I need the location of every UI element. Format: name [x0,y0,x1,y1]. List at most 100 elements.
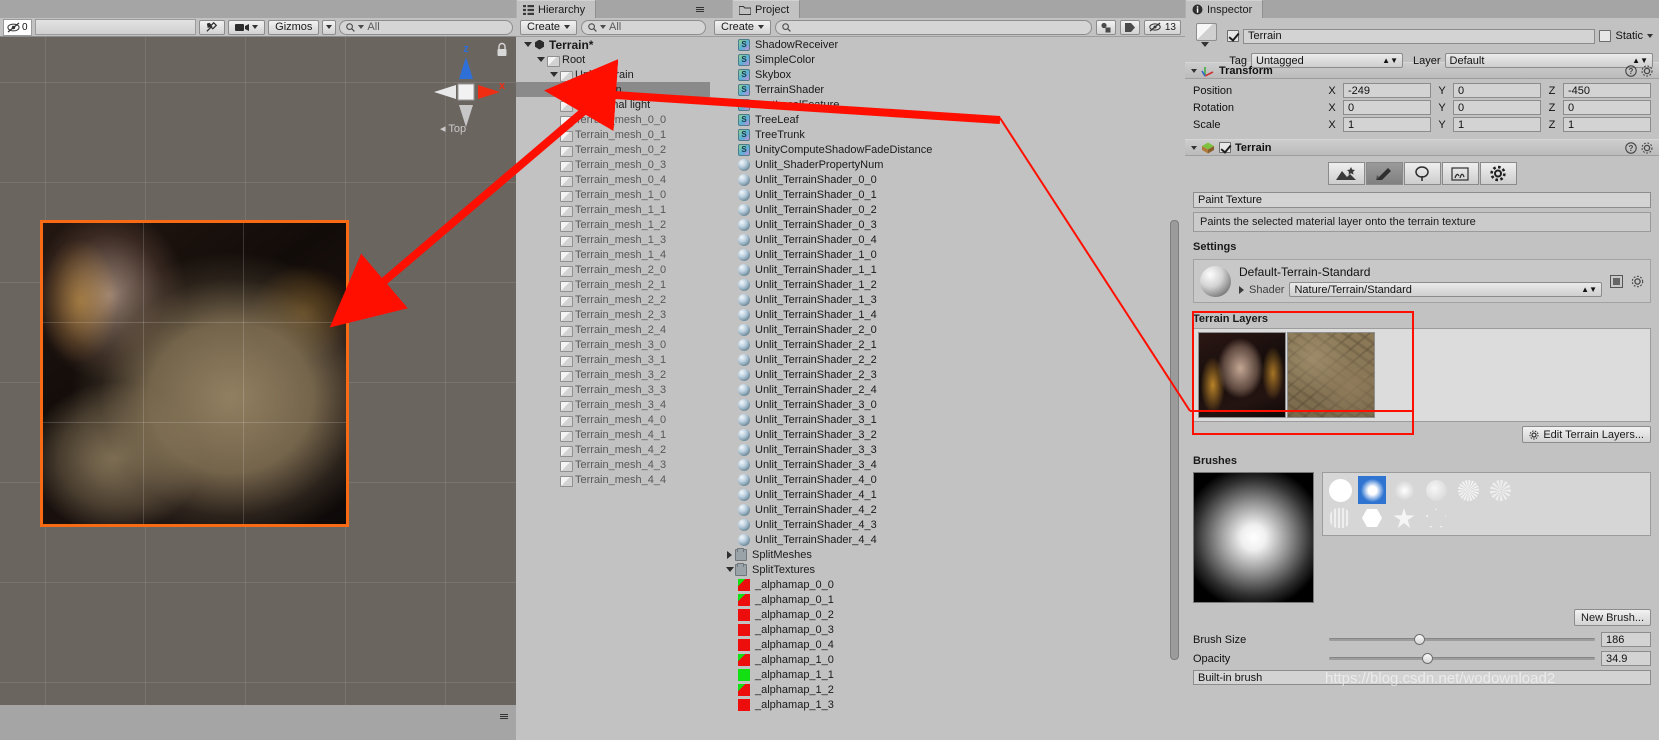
project-item[interactable]: _alphamap_0_0 [710,577,1171,592]
project-item[interactable]: Unlit_TerrainShader_4_3 [710,517,1171,532]
static-caret-icon[interactable] [1647,34,1653,38]
raise-lower-terrain-tool[interactable] [1327,162,1365,185]
scene-tools-button[interactable] [199,19,226,35]
scene-visibility-toggle[interactable]: 0 [3,18,32,36]
object-name-field[interactable]: Terrain [1243,28,1596,44]
tab-inspector[interactable]: Inspector [1185,0,1264,18]
project-item[interactable]: Unlit_TerrainShader_3_3 [710,442,1171,457]
gizmos-dropdown[interactable] [322,19,337,35]
project-item[interactable]: Unlit_TerrainShader_3_0 [710,397,1171,412]
project-item[interactable]: Unlit_TerrainShader_1_4 [710,307,1171,322]
project-item[interactable]: _alphamap_0_4 [710,637,1171,652]
brush-size-slider-knob[interactable] [1414,634,1426,645]
foldout-expanded-icon[interactable] [724,562,735,577]
hierarchy-item[interactable]: Terrain_mesh_4_2 [516,442,710,457]
foldout-expanded-icon[interactable] [522,37,533,52]
brush-option-4[interactable] [1454,476,1482,504]
hierarchy-item[interactable]: Terrain_mesh_4_1 [516,427,710,442]
project-item[interactable]: Unlit_TerrainShader_3_1 [710,412,1171,427]
hierarchy-item[interactable]: Terrain_mesh_0_0 [516,112,710,127]
terrain-enabled-checkbox[interactable] [1219,142,1231,153]
hierarchy-item[interactable]: Terrain_mesh_0_4 [516,172,710,187]
brush-size-slider[interactable] [1329,634,1595,645]
shader-dropdown[interactable]: Nature/Terrain/Standard ▲▼ [1289,282,1602,297]
transform-position-y[interactable]: 0 [1453,83,1541,98]
project-item[interactable]: Unlit_TerrainShader_0_2 [710,202,1171,217]
project-item[interactable]: S TreeLeaf [710,112,1171,127]
project-item[interactable]: Unlit_TerrainShader_2_0 [710,322,1171,337]
help-icon[interactable]: ? [1625,141,1637,154]
project-item[interactable]: _alphamap_1_1 [710,667,1171,682]
transform-position-z[interactable]: -450 [1563,83,1651,98]
project-item[interactable]: S TerrainShader [710,82,1171,97]
project-item[interactable]: Unlit_TerrainShader_3_4 [710,457,1171,472]
hierarchy-item[interactable]: Terrain_mesh_3_3 [516,382,710,397]
hierarchy-item[interactable]: Terrain_mesh_1_0 [516,187,710,202]
project-item[interactable]: _alphamap_0_2 [710,607,1171,622]
paint-texture-tool[interactable] [1365,162,1403,185]
project-item[interactable]: SplitTextures [710,562,1171,577]
terrain-layers-list[interactable] [1193,328,1651,422]
project-item[interactable]: S TreeTrunk [710,127,1171,142]
scene-orientation-gizmo[interactable]: z x ◂ Top [426,37,506,147]
project-item[interactable]: _alphamap_0_3 [710,622,1171,637]
static-checkbox[interactable] [1599,30,1612,42]
hierarchy-search-input[interactable]: All [581,19,706,35]
terrain-layer-thumb-0[interactable] [1198,332,1286,418]
project-item[interactable]: S SimpleColor [710,52,1171,67]
hierarchy-item[interactable]: Terrain_mesh_4_4 [516,472,710,487]
project-item[interactable]: S UnityComputeShadowFadeDistance [710,142,1171,157]
terrain-layer-thumb-1[interactable] [1287,332,1375,418]
scene-viewport[interactable]: z x ◂ Top [0,37,516,705]
hierarchy-item[interactable]: Terrain* [516,37,710,52]
hierarchy-create-button[interactable]: Create [520,19,578,35]
project-item[interactable]: _alphamap_1_0 [710,652,1171,667]
brush-option-2[interactable] [1390,476,1418,504]
opacity-slider-knob[interactable] [1422,653,1434,664]
hierarchy-item[interactable]: Terrain_mesh_0_3 [516,157,710,172]
opacity-value[interactable]: 34.9 [1601,651,1651,666]
project-item[interactable]: S Skybox [710,67,1171,82]
project-create-button[interactable]: Create [714,19,772,35]
paint-details-tool[interactable] [1441,162,1479,185]
foldout-expanded-icon[interactable] [548,67,559,82]
brush-option-8[interactable] [1390,506,1418,530]
brush-option-9[interactable] [1422,506,1450,530]
project-search-input[interactable] [775,19,1092,35]
project-item[interactable]: Unlit_TerrainShader_0_4 [710,232,1171,247]
scene-search-input[interactable]: All [339,19,513,35]
hierarchy-menu-icon[interactable] [694,4,706,15]
scene-camera-button[interactable] [228,19,266,35]
tab-project[interactable]: Project [732,0,801,18]
help-icon[interactable]: ? [1625,64,1637,77]
transform-scale-z[interactable]: 1 [1563,117,1651,132]
project-item[interactable]: Unlit_TerrainShader_1_0 [710,247,1171,262]
project-scrollbar-thumb[interactable] [1170,220,1179,660]
edit-terrain-layers-button[interactable]: Edit Terrain Layers... [1522,426,1651,443]
project-item[interactable]: Unlit_TerrainShader_3_2 [710,427,1171,442]
transform-rotation-x[interactable]: 0 [1343,100,1431,115]
object-enabled-checkbox[interactable] [1227,30,1239,42]
project-item[interactable]: Unlit_TerrainShader_4_4 [710,532,1171,547]
terrain-component-header[interactable]: Terrain ? [1185,139,1659,156]
hierarchy-item[interactable]: Terrain_mesh_0_1 [516,127,710,142]
project-filter-label-button[interactable] [1119,19,1140,35]
project-item[interactable]: S ShadowReceiver [710,37,1171,52]
hierarchy-item[interactable]: Terrain_mesh_2_4 [516,322,710,337]
brush-palette[interactable] [1322,472,1651,536]
hierarchy-item[interactable]: Terrain_mesh_1_4 [516,247,710,262]
hierarchy-item[interactable]: Terrain_mesh_1_1 [516,202,710,217]
project-item[interactable]: S TestLocalFeature [710,97,1171,112]
brush-option-6[interactable] [1326,506,1354,530]
foldout-expanded-icon[interactable] [535,52,546,67]
brush-size-value[interactable]: 186 [1601,632,1651,647]
tab-hierarchy[interactable]: Hierarchy [516,0,597,18]
project-item[interactable]: _alphamap_1_3 [710,697,1171,712]
hierarchy-item[interactable]: Terrain_mesh_1_2 [516,217,710,232]
transform-scale-x[interactable]: 1 [1343,117,1431,132]
terrain-tool-title[interactable]: Paint Texture [1193,192,1651,208]
hierarchy-item[interactable]: Terrain_mesh_4_0 [516,412,710,427]
project-item[interactable]: Unlit_TerrainShader_0_1 [710,187,1171,202]
hierarchy-item[interactable]: Terrain_mesh_2_2 [516,292,710,307]
project-item[interactable]: Unlit_ShaderPropertyNum [710,157,1171,172]
